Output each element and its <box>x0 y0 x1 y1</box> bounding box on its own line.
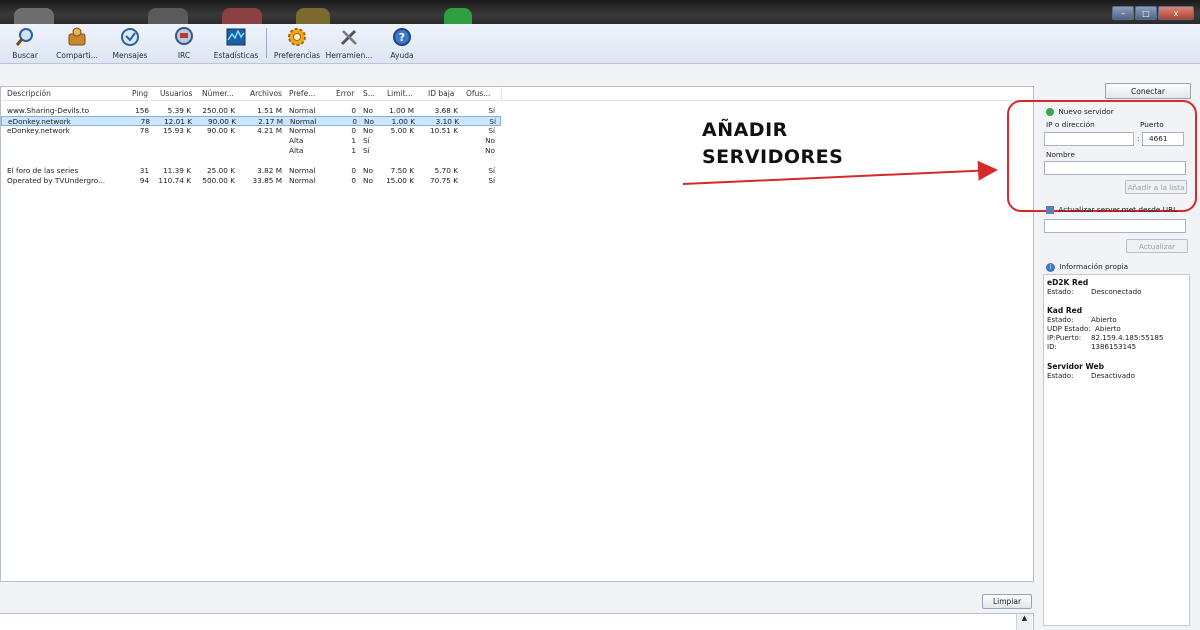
annotation-arrow-line <box>682 160 998 185</box>
annotation-arrow <box>682 160 998 185</box>
